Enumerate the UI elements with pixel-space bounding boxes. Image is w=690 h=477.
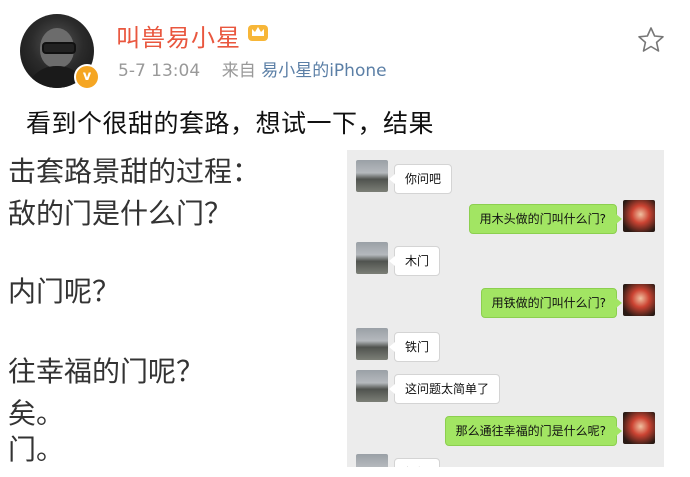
verified-badge-icon: v xyxy=(74,64,100,90)
source-prefix: 来自 xyxy=(221,61,256,81)
user-avatar xyxy=(623,412,655,444)
message-bubble: 用木头做的门叫什么门? xyxy=(468,204,623,234)
post-source[interactable]: 易小星的iPhone xyxy=(261,61,386,81)
chat-message: 你问吧 xyxy=(347,158,664,198)
left-text-line: 门。 xyxy=(8,433,65,466)
star-icon[interactable] xyxy=(636,25,666,55)
left-text-line: 内门呢？ xyxy=(8,275,121,308)
message-bubble: 铁门 xyxy=(388,332,441,362)
chat-message: 这问题太简单了 xyxy=(347,368,664,408)
chat-message: 用木头做的门叫什么门? xyxy=(347,198,664,238)
chat-message: 木门 xyxy=(347,240,664,280)
left-text-line: 矣。 xyxy=(8,397,65,430)
chat-message: 铁门 xyxy=(347,326,664,366)
message-bubble: 铜门 xyxy=(394,458,441,467)
crown-icon xyxy=(248,25,268,41)
avatar-glasses xyxy=(42,42,76,54)
contact-avatar xyxy=(356,328,388,360)
left-text-line: 击套路景甜的过程： xyxy=(8,155,261,188)
contact-avatar xyxy=(356,454,388,467)
message-bubble: 这问题太简单了 xyxy=(388,374,501,404)
message-bubble: 木门 xyxy=(388,246,441,276)
chat-screenshot: 你问吧 用木头做的门叫什么门? 木门 用铁做的门叫什么门? 铁门 这问题太简单了… xyxy=(347,150,664,467)
post-text: 看到个很甜的套路，想试一下，结果 xyxy=(26,109,435,138)
chat-message: 用铁做的门叫什么门? xyxy=(347,282,664,322)
user-avatar xyxy=(623,284,655,316)
chat-message: 铜门 xyxy=(347,452,664,467)
chat-message: 那么通往幸福的门是什么呢? xyxy=(347,410,664,450)
contact-avatar xyxy=(356,160,388,192)
left-text-line: 敌的门是什么门？ xyxy=(8,197,233,230)
message-bubble: 你问吧 xyxy=(388,164,453,194)
contact-avatar xyxy=(356,242,388,274)
user-avatar xyxy=(623,200,655,232)
left-text-line: 往幸福的门呢？ xyxy=(8,355,205,388)
contact-avatar xyxy=(356,370,388,402)
post-meta: 5-7 13:04 来自 易小星的iPhone xyxy=(118,56,387,81)
message-bubble: 那么通往幸福的门是什么呢? xyxy=(444,416,623,446)
username[interactable]: 叫兽易小星 xyxy=(116,18,241,53)
post-time: 5-7 13:04 xyxy=(118,61,201,81)
message-bubble: 用铁做的门叫什么门? xyxy=(480,288,623,318)
